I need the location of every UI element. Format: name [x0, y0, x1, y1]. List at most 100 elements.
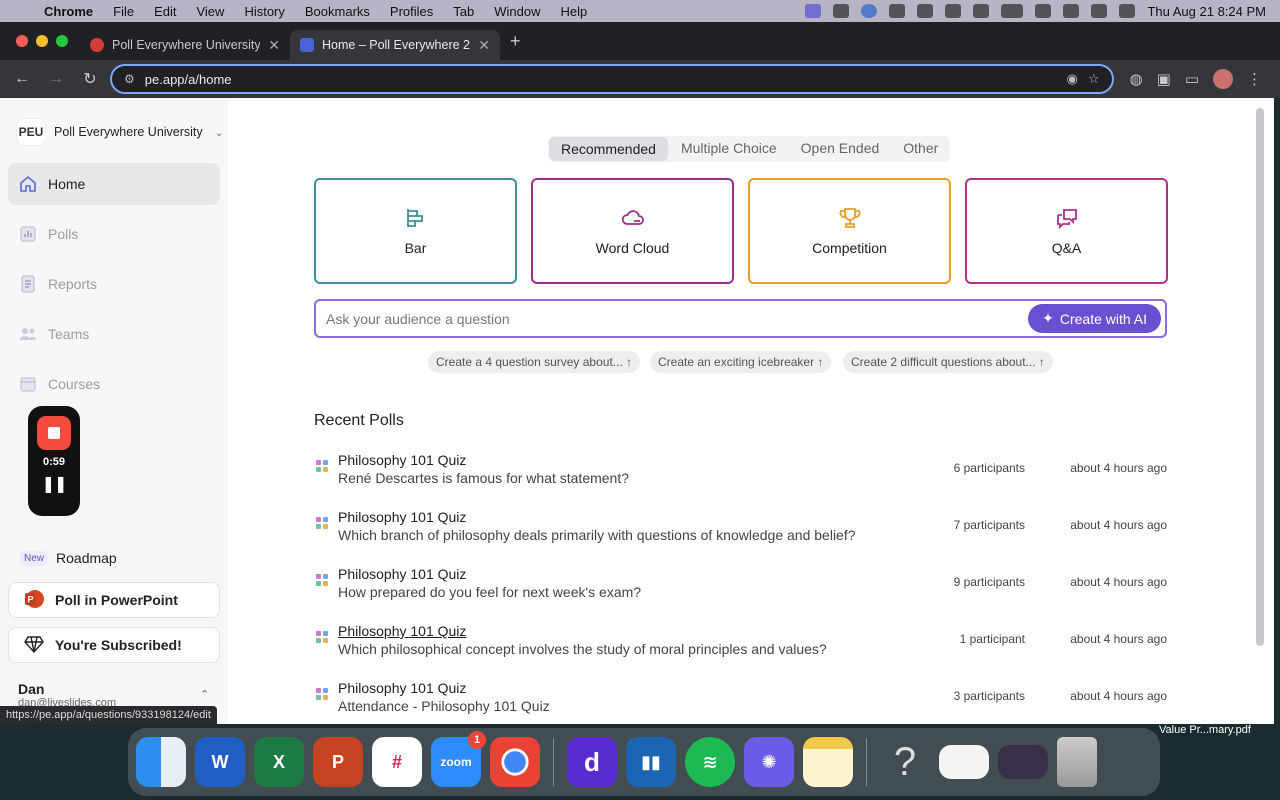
poll-everywhere-app-icon[interactable]: ▮▮	[626, 737, 676, 787]
poll-title[interactable]: Philosophy 101 Quiz	[338, 680, 466, 696]
org-switcher[interactable]: PEU Poll Everywhere University ⌄	[16, 118, 224, 146]
location-icon[interactable]: ◉	[1067, 71, 1078, 87]
menu-edit[interactable]: Edit	[144, 4, 186, 19]
ask-question-input[interactable]: Ask your audience a question	[326, 311, 1028, 327]
recent-window-icon[interactable]	[998, 745, 1048, 779]
reload-icon[interactable]: ↻	[76, 69, 104, 89]
chrome-icon[interactable]	[490, 737, 540, 787]
menubar-stats-icon[interactable]	[945, 4, 962, 18]
siri-icon[interactable]	[1119, 4, 1136, 18]
user-name[interactable]: Dan	[18, 681, 44, 697]
menu-tab[interactable]: Tab	[443, 4, 484, 19]
browser-tab-university[interactable]: Poll Everywhere University 2.0 ✕	[80, 30, 290, 60]
list-item[interactable]: Philosophy 101 Quiz Attendance - Philoso…	[314, 680, 1167, 720]
card-bar[interactable]: Bar	[314, 178, 517, 284]
close-window-icon[interactable]	[16, 35, 28, 47]
list-item[interactable]: Philosophy 101 Quiz Which branch of phil…	[314, 509, 1167, 549]
menu-help[interactable]: Help	[551, 4, 598, 19]
zoom-icon[interactable]: zoom 1	[431, 731, 486, 787]
close-tab-icon[interactable]: ✕	[478, 37, 490, 54]
dscout-icon[interactable]: d	[567, 737, 617, 787]
stop-recording-button[interactable]	[37, 416, 71, 450]
menubar-tool-icon[interactable]	[889, 4, 906, 18]
wifi-icon[interactable]	[1035, 4, 1052, 18]
recent-document-icon[interactable]	[939, 745, 989, 779]
chip-open-ended[interactable]: Open Ended	[789, 136, 892, 162]
subscribed-button[interactable]: You're Subscribed!	[8, 627, 220, 663]
new-tab-icon[interactable]: +	[500, 31, 521, 52]
list-item[interactable]: Philosophy 101 Quiz How prepared do you …	[314, 566, 1167, 606]
poll-title[interactable]: Philosophy 101 Quiz	[338, 509, 466, 525]
zoom-status-icon[interactable]	[861, 4, 878, 18]
sidebar-item-polls[interactable]: Polls	[8, 213, 220, 255]
menu-profiles[interactable]: Profiles	[380, 4, 443, 19]
suggestion-difficult-questions[interactable]: Create 2 difficult questions about... ↑	[843, 351, 1053, 373]
menu-bookmarks[interactable]: Bookmarks	[295, 4, 380, 19]
menu-app-chrome[interactable]: Chrome	[34, 4, 103, 19]
desktop-file-label[interactable]: Value Pr...mary.pdf	[1159, 724, 1251, 736]
poll-title[interactable]: Philosophy 101 Quiz	[338, 452, 466, 468]
close-tab-icon[interactable]: ✕	[268, 37, 280, 54]
menu-window[interactable]: Window	[484, 4, 550, 19]
suggestion-icebreaker[interactable]: Create an exciting icebreaker ↑	[650, 351, 832, 373]
sidebar-item-home[interactable]: Home	[8, 163, 220, 205]
menubar-extra-icon[interactable]	[833, 4, 850, 18]
maximize-window-icon[interactable]	[56, 35, 68, 47]
notes-icon[interactable]	[803, 737, 853, 787]
spotify-icon[interactable]: ≋	[685, 737, 735, 787]
site-info-icon[interactable]: ⚙	[124, 72, 135, 86]
menubar-gear-icon[interactable]	[917, 4, 934, 18]
perplexity-icon[interactable]: ✺	[744, 737, 794, 787]
browser-tab-home[interactable]: Home – Poll Everywhere 2.0 ✕	[290, 30, 500, 60]
create-with-ai-button[interactable]: ✦ Create with AI	[1028, 304, 1161, 333]
sidebar-item-roadmap[interactable]: New Roadmap	[20, 550, 117, 566]
address-bar[interactable]: ⚙ pe.app/a/home ◉ ☆	[110, 64, 1114, 94]
help-question-icon[interactable]: ?	[880, 737, 930, 787]
poll-in-powerpoint-button[interactable]: P Poll in PowerPoint	[8, 582, 220, 618]
menu-history[interactable]: History	[234, 4, 294, 19]
card-competition[interactable]: Competition	[748, 178, 951, 284]
sidebar-item-teams[interactable]: Teams	[8, 313, 220, 355]
chevron-up-icon[interactable]: ⌃	[200, 688, 209, 701]
chip-recommended[interactable]: Recommended	[549, 137, 668, 161]
screen-record-icon[interactable]	[805, 4, 822, 18]
menubar-shortcut-icon[interactable]	[973, 4, 990, 18]
address-url[interactable]: pe.app/a/home	[145, 72, 1057, 87]
chip-other[interactable]: Other	[891, 136, 950, 162]
chip-multiple-choice[interactable]: Multiple Choice	[669, 136, 789, 162]
list-item[interactable]: Philosophy 101 Quiz René Descartes is fa…	[314, 452, 1167, 492]
chrome-menu-icon[interactable]: ⋮	[1247, 70, 1262, 88]
excel-icon[interactable]: X	[254, 737, 304, 787]
teams-icon	[18, 324, 38, 344]
minimize-window-icon[interactable]	[36, 35, 48, 47]
tab-search-icon[interactable]: ▭	[1185, 70, 1199, 88]
extensions-puzzle-icon[interactable]: ▣	[1157, 70, 1171, 88]
menu-file[interactable]: File	[103, 4, 144, 19]
menu-view[interactable]: View	[186, 4, 234, 19]
sidebar-item-courses[interactable]: Courses	[8, 363, 220, 405]
sidebar-item-label: Polls	[48, 226, 79, 242]
card-word-cloud[interactable]: Word Cloud	[531, 178, 734, 284]
battery-icon[interactable]	[1001, 4, 1024, 18]
powerpoint-dock-icon[interactable]: P	[313, 737, 363, 787]
extension-icon[interactable]: ◍	[1130, 70, 1143, 88]
poll-title[interactable]: Philosophy 101 Quiz	[338, 623, 466, 639]
slack-icon[interactable]: #	[372, 737, 422, 787]
card-qa[interactable]: Q&A	[965, 178, 1168, 284]
page-scrollbar[interactable]	[1256, 108, 1264, 646]
pause-recording-icon[interactable]: ❚❚	[42, 474, 68, 494]
profile-avatar[interactable]	[1213, 69, 1233, 89]
forward-icon[interactable]: →	[42, 70, 70, 88]
sidebar-item-reports[interactable]: Reports	[8, 263, 220, 305]
bookmark-star-icon[interactable]: ☆	[1088, 71, 1100, 87]
suggestion-survey[interactable]: Create a 4 question survey about... ↑	[428, 351, 641, 373]
finder-icon[interactable]	[136, 737, 186, 787]
word-icon[interactable]: W	[195, 737, 245, 787]
spotlight-search-icon[interactable]	[1063, 4, 1080, 18]
poll-title[interactable]: Philosophy 101 Quiz	[338, 566, 466, 582]
list-item[interactable]: Philosophy 101 Quiz Which philosophical …	[314, 623, 1167, 663]
trash-icon[interactable]	[1057, 737, 1097, 787]
control-center-icon[interactable]	[1091, 4, 1108, 18]
menubar-clock[interactable]: Thu Aug 21 8:24 PM	[1147, 4, 1266, 19]
back-icon[interactable]: ←	[8, 70, 36, 88]
